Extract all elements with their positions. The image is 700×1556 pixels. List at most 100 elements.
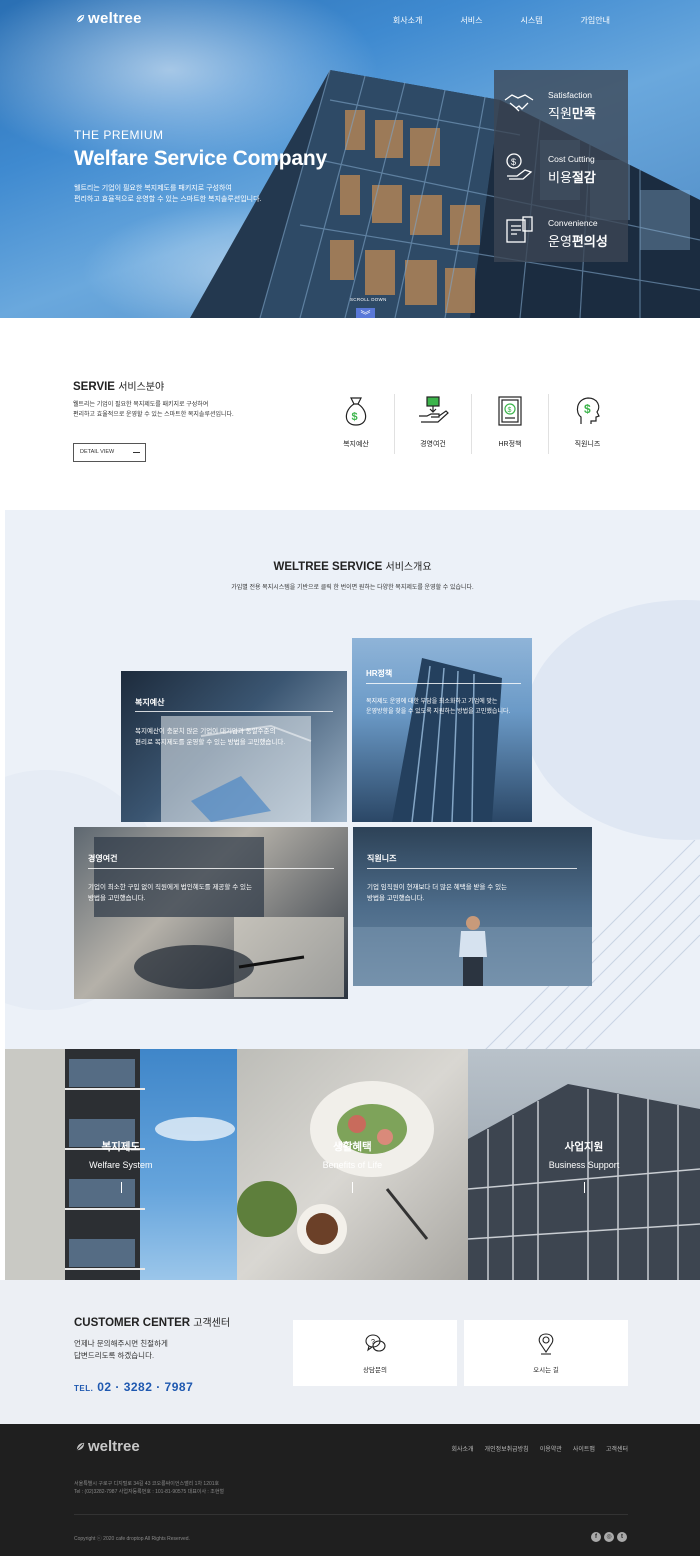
banner-divider <box>583 1182 585 1193</box>
main-menu: 회사소개 서비스 시스템 가입안내 <box>355 15 610 26</box>
feature-en: Cost Cutting <box>548 154 595 164</box>
svg-text:$: $ <box>584 402 591 416</box>
feature-en: Satisfaction <box>548 90 592 100</box>
logo[interactable]: weltree <box>75 10 142 27</box>
certificate-icon: $ <box>498 396 522 426</box>
chat-icon: ? <box>365 1334 386 1352</box>
card-divider <box>135 711 333 712</box>
feature-convenience: Convenience 운영편의성 <box>494 198 628 262</box>
card-divider <box>88 868 334 869</box>
footer-link-company[interactable]: 회사소개 <box>451 1444 473 1453</box>
twitter-icon[interactable]: t <box>617 1532 627 1542</box>
feature-cost-cutting: $ Cost Cutting 비용절감 <box>494 134 628 198</box>
feature-ko: 비용절감 <box>548 170 596 185</box>
service-item-management[interactable]: 경영여건 <box>395 394 472 454</box>
hero-desc-line: 편리하고 효율적으로 운영할 수 있는 스마트한 복지솔루션입니다. <box>74 196 262 203</box>
feature-ko: 운영편의성 <box>548 234 608 249</box>
banner-title: 복지제도 <box>101 1141 141 1153</box>
service-item-hr[interactable]: $ HR정책 <box>472 394 549 454</box>
footer-link-sitemap[interactable]: 사이트맵 <box>573 1444 595 1453</box>
banner-subtitle: Welfare System <box>89 1160 153 1170</box>
card-title: 복지예산 <box>135 698 165 707</box>
footer-link-support[interactable]: 고객센터 <box>606 1444 628 1453</box>
facebook-icon[interactable]: f <box>591 1532 601 1542</box>
service-section: SERVIE 서비스분야 웰트리는 기업이 필요한 복지제도를 패키지로 구성하… <box>0 318 700 510</box>
head-dollar-icon: $ <box>576 397 600 424</box>
footer-link-terms[interactable]: 이용약관 <box>540 1444 562 1453</box>
banner-divider <box>120 1182 122 1193</box>
footer-link-privacy[interactable]: 개인정보취급방침 <box>485 1444 529 1453</box>
service-icons: $ 복지예산 경영여건 $ HR정책 $ 직원니즈 <box>318 394 628 454</box>
footer-address: 서울특별시 구로구 디지털로 34길 43 코오롱싸이언스밸리 1차 1201호… <box>74 1481 225 1495</box>
banner-title: 생활혜택 <box>333 1141 372 1153</box>
footer-nav: 회사소개 개인정보취급방침 이용약관 사이트맵 고객센터 <box>440 1444 628 1453</box>
detail-view-button[interactable]: DETAIL VIEW <box>73 443 146 462</box>
svg-text:$: $ <box>352 411 358 423</box>
feature-en: Convenience <box>548 218 598 228</box>
overview-card-hr[interactable]: HR정책 복지제도 운영에 대한 부담을 최소화하고 기업에 맞는 운영방향을 찾… <box>352 638 532 822</box>
card-description: 기업 임직원이 현재보다 더 많은 혜택을 받을 수 있는 방법을 고민했습니다. <box>367 884 508 902</box>
card-title: HR정책 <box>366 669 393 678</box>
hand-money-icon <box>419 396 449 423</box>
customer-phone[interactable]: TEL. 02 · 3282 · 7987 <box>74 1380 193 1394</box>
footer-logo[interactable]: weltree <box>75 1438 140 1455</box>
card-title: 직원니즈 <box>367 854 397 863</box>
footer-social: f ◎ t <box>591 1532 627 1542</box>
card-description: 복지예산이 충분치 않은 기업이 대기업과 동일수준의 편리로 복지제도를 운영할… <box>135 728 286 746</box>
banner-divider <box>352 1182 354 1193</box>
banner-benefits-of-life[interactable]: 생활혜택 Benefits of Life <box>236 1049 469 1280</box>
service-item-needs[interactable]: $ 직원니즈 <box>549 394 626 454</box>
card-title: 경영여건 <box>88 854 118 863</box>
money-bag-icon: $ <box>345 397 367 426</box>
overview-description: 가입별 전용 복지시스템을 기반으로 클릭 한 번이면 원하는 다양한 복지제도… <box>231 585 474 591</box>
hero-text: THE PREMIUM Welfare Service Company 웰트리는… <box>74 128 327 205</box>
hero-desc-line: 웰트리는 기업이 필요한 복지제도를 패키지로 구성하여 <box>74 185 232 192</box>
inquiry-button[interactable]: ? 상담문의 <box>293 1320 457 1386</box>
banner-subtitle: Business Support <box>548 1160 620 1170</box>
card-photo <box>353 916 592 986</box>
svg-text:$: $ <box>508 407 512 414</box>
hero-section: weltree 회사소개 서비스 시스템 가입안내 THE PREMIUM We… <box>0 0 700 318</box>
hero-title: Welfare Service Company <box>74 147 327 170</box>
hero-description: 웰트리는 기업이 필요한 복지제도를 패키지로 구성하여 편리하고 효율적으로 … <box>74 183 327 205</box>
banner-title: 사업지원 <box>564 1141 604 1153</box>
banner-row: 복지제도 Welfare System 생활혜택 Benefits of Lif… <box>5 1049 700 1280</box>
footer: weltree 회사소개 개인정보취급방침 이용약관 사이트맵 고객센터 서울특… <box>0 1424 700 1556</box>
inquiry-label: 상담문의 <box>363 1367 387 1374</box>
service-title: SERVIE 서비스분야 <box>73 381 165 393</box>
instagram-icon[interactable]: ◎ <box>604 1532 614 1542</box>
banner-business-support[interactable]: 사업지원 Business Support <box>468 1049 700 1280</box>
nav-item-company[interactable]: 회사소개 <box>393 15 422 26</box>
hero-subtitle: THE PREMIUM <box>74 128 164 142</box>
nav-item-join[interactable]: 가입안내 <box>581 15 610 26</box>
customer-center-description: 언제나 문의해주시면 친절하게 답변드리도록 하겠습니다. <box>74 1339 168 1360</box>
overview-card-budget[interactable]: 복지예산 복지예산이 충분치 않은 기업이 대기업과 동일수준의 편리로 복지제도… <box>121 671 347 822</box>
overview-card-management[interactable]: 경영여건 기업이 최소한 구입 없이 직원에게 법인혜도를 제공할 수 있는 방법… <box>74 827 348 999</box>
nav-item-service[interactable]: 서비스 <box>460 15 482 26</box>
footer-logo-text: weltree <box>88 1438 140 1455</box>
overview-card-needs[interactable]: 직원니즈 기업 임직원이 현재보다 더 많은 혜택을 받을 수 있는 방법을 고민… <box>353 827 592 986</box>
nav-item-system[interactable]: 시스템 <box>520 15 542 26</box>
service-item-budget[interactable]: $ 복지예산 <box>318 394 395 454</box>
customer-center-section: CUSTOMER CENTER 고객센터 언제나 문의해주시면 친절하게 답변드리… <box>0 1280 700 1424</box>
overview-title: WELTREE SERVICE 서비스개요 <box>273 561 432 573</box>
handshake-icon <box>504 94 534 112</box>
card-divider <box>366 683 521 684</box>
card-description: 기업이 최소한 구입 없이 직원에게 법인혜도를 제공할 수 있는 방법을 고민했… <box>88 884 252 902</box>
banner-welfare-system[interactable]: 복지제도 Welfare System <box>5 1049 237 1280</box>
footer-divider <box>74 1514 628 1515</box>
directions-label: 오시는 길 <box>533 1367 559 1374</box>
directions-button[interactable]: 오시는 길 <box>464 1320 628 1386</box>
scroll-down-label: SCROLL DOWN <box>350 297 387 302</box>
svg-text:$: $ <box>511 157 516 167</box>
customer-center-title: CUSTOMER CENTER 고객센터 <box>74 1317 231 1329</box>
svg-text:?: ? <box>371 1339 375 1346</box>
card-divider <box>367 868 577 869</box>
leaf-logo-icon <box>76 1442 85 1451</box>
service-description: 웰트리는 기업이 필요한 복지제도를 패키지로 구성하여 편리하고 효율적으로 … <box>73 402 234 418</box>
feature-satisfaction: Satisfaction 직원만족 <box>494 70 628 134</box>
page: weltree 회사소개 서비스 시스템 가입안내 THE PREMIUM We… <box>0 0 700 1556</box>
logo-text: weltree <box>88 10 142 27</box>
feature-ko: 직원만족 <box>548 106 596 121</box>
overview-section: WELTREE SERVICE 서비스개요 가입별 전용 복지시스템을 기반으로… <box>5 510 700 1049</box>
